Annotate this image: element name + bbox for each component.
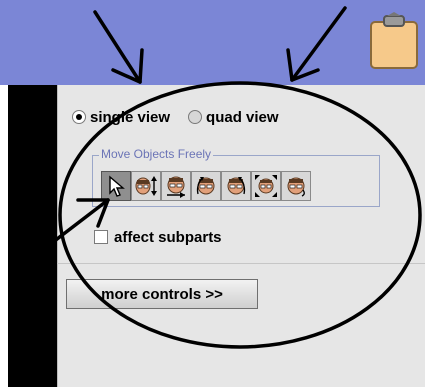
face-vertical-arrows-icon bbox=[135, 176, 157, 196]
more-controls-button[interactable]: more controls >> bbox=[66, 279, 258, 309]
tool-row bbox=[101, 171, 311, 201]
black-sidebar bbox=[8, 85, 57, 387]
tool-button-vertical[interactable] bbox=[131, 171, 161, 201]
tool-button-arrow[interactable] bbox=[101, 171, 131, 201]
arrow-pointer-icon bbox=[109, 175, 125, 197]
panel-separator bbox=[57, 263, 425, 264]
face-rotate-left-icon bbox=[196, 177, 215, 195]
view-mode-row: single view quad view bbox=[72, 105, 279, 129]
tool-button-rotate-right[interactable] bbox=[221, 171, 251, 201]
tool-button-rotate-left[interactable] bbox=[191, 171, 221, 201]
tool-button-expand[interactable] bbox=[251, 171, 281, 201]
top-banner bbox=[0, 0, 425, 85]
quad-view-radio[interactable] bbox=[188, 110, 203, 124]
move-objects-group-title: Move Objects Freely bbox=[99, 147, 214, 161]
face-bottom-arrow-icon bbox=[167, 176, 185, 198]
affect-subparts-checkbox[interactable] bbox=[94, 230, 108, 244]
face-rotate-right-icon bbox=[227, 177, 246, 195]
tool-button-tilt[interactable] bbox=[281, 171, 311, 201]
affect-subparts-row: affect subparts bbox=[94, 226, 222, 248]
single-view-label[interactable]: single view bbox=[90, 109, 170, 126]
single-view-radio[interactable] bbox=[72, 110, 86, 124]
affect-subparts-label[interactable]: affect subparts bbox=[114, 229, 222, 246]
face-tilt-icon bbox=[287, 177, 305, 197]
quad-view-label[interactable]: quad view bbox=[206, 109, 279, 126]
clipboard-icon[interactable] bbox=[369, 12, 419, 70]
face-expand-icon bbox=[255, 175, 277, 197]
tool-button-bottom[interactable] bbox=[161, 171, 191, 201]
